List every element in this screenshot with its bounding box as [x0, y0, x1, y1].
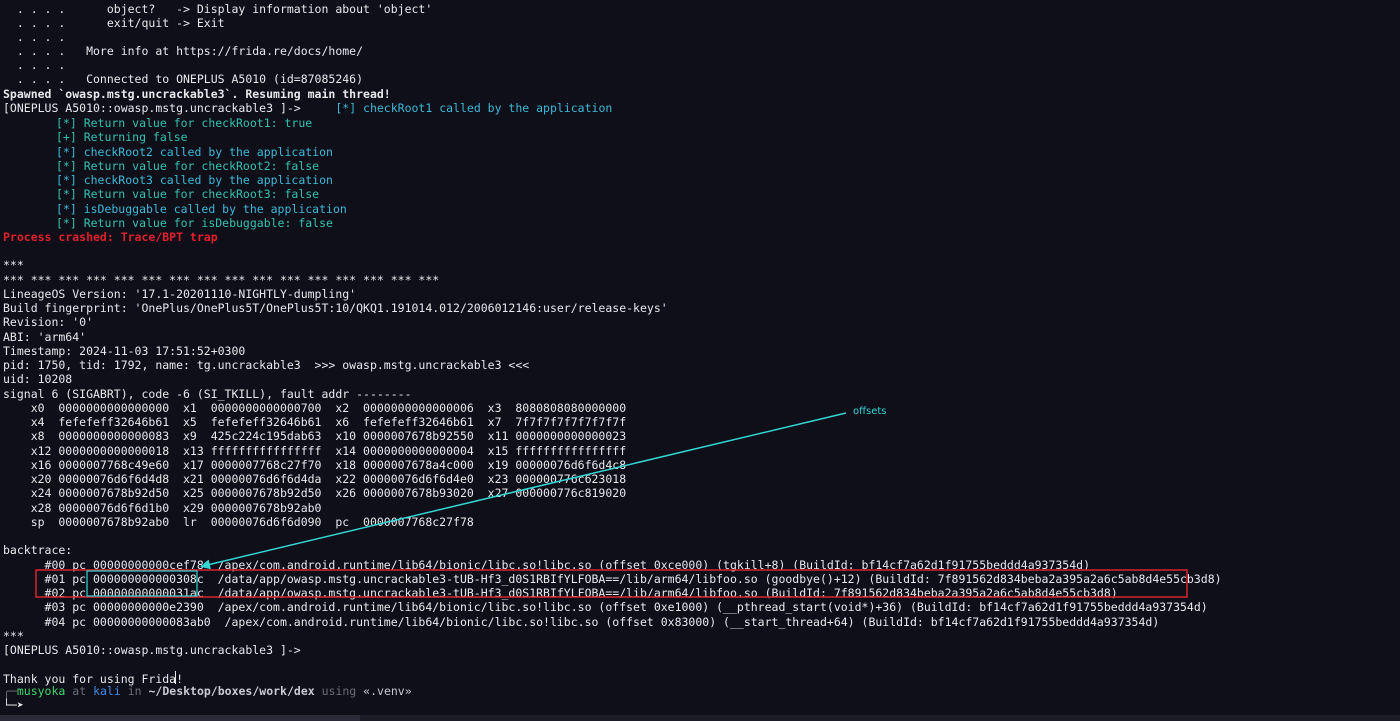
tombstone-line: Revision: '0' — [3, 315, 94, 330]
register-dump-line: x12 0000000000000018 x13 fffffffffffffff… — [3, 443, 627, 458]
hook-output: [*] Return value for checkRoot1: true — [56, 116, 313, 130]
hook-output: [*] checkRoot2 called by the application — [56, 144, 333, 159]
tombstone-line: backtrace: — [3, 543, 73, 558]
hook-output: [*] Return value for checkRoot2: false — [56, 158, 320, 173]
register-dump-line: x24 0000007678b92d50 x25 0000007678b92d5… — [3, 486, 627, 501]
status-bar-segment — [0, 715, 360, 721]
hook-output: [*] Return value for isDebuggable: false — [56, 215, 333, 230]
frida-prompt: [ONEPLUS A5010::owasp.mstg.uncrackable3 … — [3, 643, 301, 657]
prompt-venv: «.venv» — [363, 684, 412, 698]
banner-line: . . . . More info at https://frida.re/do… — [3, 44, 364, 58]
hook-output: [*] checkRoot1 called by the application — [335, 101, 613, 115]
banner-line: . . . . exit/quit -> Exit — [3, 16, 225, 30]
hook-output: [*] checkRoot3 called by the application — [56, 173, 333, 187]
offsets-label: offsets — [853, 406, 887, 417]
shell-prompt-line: ╭─musyoka at kali in ~/Desktop/boxes/wor… — [3, 684, 412, 698]
text-cursor — [175, 671, 176, 684]
register-dump-line: x4 fefefeff32646b61 x5 fefefeff32646b61 … — [3, 415, 627, 429]
frida-prompt: [ONEPLUS A5010::owasp.mstg.uncrackable3 … — [3, 101, 301, 115]
register-dump-line: x28 00000076d6f6d1b0 x29 0000007678b92ab… — [3, 500, 322, 515]
backtrace-frame: #00 pc 00000000000cef78 /apex/com.androi… — [3, 557, 1091, 572]
spawned-message: Spawned `owasp.mstg.uncrackable3`. Resum… — [3, 87, 391, 101]
tombstone-line: Timestamp: 2024-11-03 17:51:52+0300 — [3, 343, 246, 358]
banner-line: . . . . — [3, 58, 66, 72]
prompt-host: kali — [93, 684, 121, 698]
terminal-window[interactable]: . . . . object? -> Display information a… — [0, 0, 1400, 721]
tombstone-line: uid: 10208 — [3, 372, 73, 387]
tombstone-line: *** *** *** *** *** *** *** *** *** *** … — [3, 272, 440, 287]
register-dump-line: sp 0000007678b92ab0 lr 00000076d6f6d090 … — [3, 514, 474, 529]
prompt-arrow-icon[interactable]: └─➤ — [3, 698, 24, 712]
hook-output: [*] isDebuggable called by the applicati… — [56, 201, 347, 216]
tombstone-line: LineageOS Version: '17.1-20201110-NIGHTL… — [3, 286, 357, 301]
prompt-path: ~/Desktop/boxes/work/dex — [148, 684, 315, 698]
tombstone-line: signal 6 (SIGABRT), code -6 (SI_TKILL), … — [3, 386, 412, 401]
backtrace-frame: #02 pc 00000000000031ac /data/app/owasp.… — [3, 586, 1118, 600]
hook-output: [+] Returning false — [56, 130, 188, 145]
register-dump-line: x8 0000000000000083 x9 425c224c195dab63 … — [3, 429, 627, 444]
tombstone-line: *** — [3, 258, 24, 273]
frida-prompt-line: [ONEPLUS A5010::owasp.mstg.uncrackable3 … — [3, 101, 612, 115]
register-dump-line: x20 00000076d6f6d4d8 x21 00000076d6f6d4d… — [3, 472, 627, 486]
register-dump-line: x16 0000007768c49e60 x17 0000007768c27f7… — [3, 457, 627, 472]
hook-output: [*] Return value for checkRoot3: false — [56, 187, 320, 202]
backtrace-frame: #04 pc 00000000000083ab0 /apex/com.andro… — [3, 614, 1160, 629]
crash-message: Process crashed: Trace/BPT trap — [3, 230, 218, 244]
banner-line: . . . . — [3, 30, 66, 44]
tombstone-line: ABI: 'arm64' — [3, 329, 87, 344]
banner-line: . . . . object? -> Display information a… — [3, 2, 433, 16]
backtrace-frame: #01 pc 000000000000308c /data/app/owasp.… — [3, 571, 1222, 586]
banner-line: . . . . Connected to ONEPLUS A5010 (id=8… — [3, 72, 364, 86]
backtrace-frame: #03 pc 00000000000e2390 /apex/com.androi… — [3, 600, 1208, 615]
tombstone-line: Build fingerprint: 'OnePlus/OnePlus5T/On… — [3, 301, 668, 315]
tombstone-line: pid: 1750, tid: 1792, name: tg.uncrackab… — [3, 358, 530, 372]
prompt-user: musyoka — [16, 684, 66, 698]
register-dump-line: x0 0000000000000000 x1 0000000000000700 … — [3, 400, 627, 415]
tombstone-line: *** — [3, 628, 24, 643]
